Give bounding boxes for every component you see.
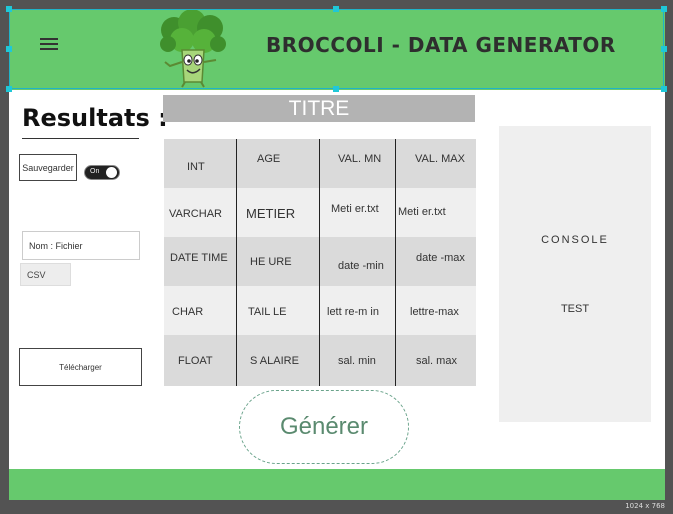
table-cell[interactable]: VAL. MN: [319, 139, 395, 188]
table-cell[interactable]: HE URE: [236, 237, 319, 286]
table-cell[interactable]: AGE: [236, 139, 319, 188]
table-cell[interactable]: Meti er.txt: [319, 188, 395, 237]
resize-handle[interactable]: [333, 86, 339, 92]
table-cell[interactable]: lett re-m in: [319, 286, 395, 335]
console-title: CONSOLE: [541, 234, 609, 246]
console-panel: CONSOLE TEST: [499, 126, 651, 422]
resize-handle[interactable]: [6, 86, 12, 92]
table-cell[interactable]: DATE TIME: [164, 237, 236, 286]
console-output: TEST: [560, 303, 590, 315]
generate-button[interactable]: Générer: [239, 390, 409, 464]
table-cell[interactable]: VAL. MAX: [395, 139, 476, 188]
table-cell[interactable]: Meti er.txt: [395, 188, 476, 237]
results-title: Resultats :: [22, 104, 168, 132]
broccoli-mascot-icon: [160, 10, 226, 88]
table-cell[interactable]: S ALAIRE: [236, 335, 319, 384]
table-cell[interactable]: FLOAT: [164, 335, 236, 384]
column-divider: [319, 139, 320, 386]
table-cell[interactable]: lettre-max: [395, 286, 476, 335]
resize-handle[interactable]: [6, 6, 12, 12]
table-cell[interactable]: date -min: [319, 237, 395, 286]
toggle-label: On: [90, 168, 100, 175]
column-divider: [395, 139, 396, 386]
canvas-size-label: 1024 x 768: [625, 502, 665, 510]
title-underline: [22, 138, 139, 139]
column-divider: [236, 139, 237, 386]
table-cell[interactable]: TAIL LE: [236, 286, 319, 335]
resize-handle[interactable]: [661, 86, 667, 92]
table-row: FLOAT S ALAIRE sal. min sal. max: [164, 335, 476, 386]
footer-bar: [9, 469, 665, 500]
download-button[interactable]: Télécharger: [19, 348, 142, 386]
table-cell[interactable]: INT: [164, 139, 236, 188]
table-row: DATE TIME HE URE date -min date -max: [164, 237, 476, 286]
toggle-knob: [106, 167, 117, 178]
table-row: INT AGE VAL. MN VAL. MAX: [164, 139, 476, 188]
table-cell[interactable]: sal. max: [395, 335, 476, 384]
table-title: TITRE: [163, 95, 475, 122]
resize-handle[interactable]: [661, 46, 667, 52]
resize-handle[interactable]: [333, 6, 339, 12]
table-row: CHAR TAIL LE lett re-m in lettre-max: [164, 286, 476, 335]
table-cell[interactable]: METIER: [236, 188, 319, 237]
table-cell[interactable]: CHAR: [164, 286, 236, 335]
resize-handle[interactable]: [661, 6, 667, 12]
hamburger-menu-icon[interactable]: [40, 38, 58, 50]
table-row: VARCHAR METIER Meti er.txt Meti er.txt: [164, 188, 476, 237]
save-button[interactable]: Sauvegarder: [19, 154, 77, 181]
data-table: INT AGE VAL. MN VAL. MAX VARCHAR METIER …: [164, 139, 476, 386]
resize-handle[interactable]: [6, 46, 12, 52]
table-cell[interactable]: sal. min: [319, 335, 395, 384]
table-cell[interactable]: VARCHAR: [164, 188, 236, 237]
table-cell[interactable]: date -max: [395, 237, 476, 286]
save-toggle[interactable]: On: [84, 165, 120, 180]
filename-input[interactable]: Nom : Fichier: [22, 231, 140, 260]
app-title: BROCCOLI - DATA GENERATOR: [266, 33, 616, 57]
format-select[interactable]: CSV: [20, 263, 71, 286]
